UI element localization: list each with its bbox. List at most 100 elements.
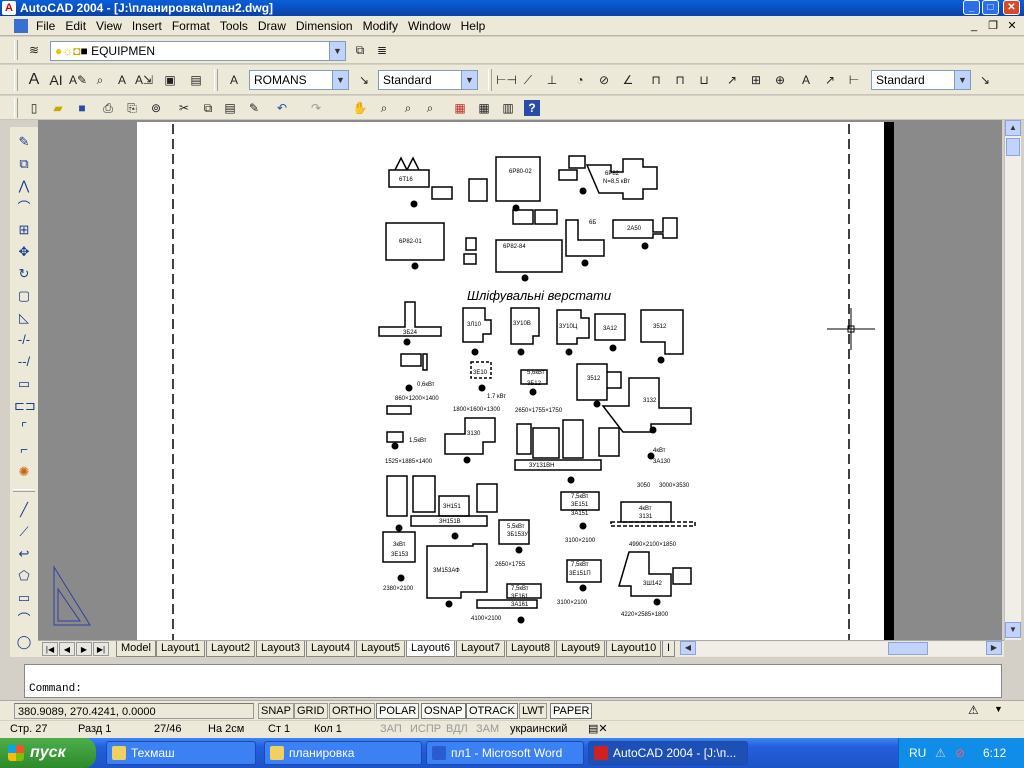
tab-layout3[interactable]: Layout3	[256, 641, 306, 657]
menu-format[interactable]: Format	[167, 16, 215, 36]
drawing-doc-icon[interactable]	[14, 19, 28, 33]
offset-icon[interactable]: ⌒	[14, 198, 34, 218]
chamfer-icon[interactable]: ⌜	[14, 418, 34, 438]
dimension-style-icon[interactable]: ↘	[975, 70, 995, 90]
line-icon[interactable]: ╱	[14, 500, 34, 520]
last-tab-icon[interactable]: ▶|	[93, 642, 109, 656]
tab-layout9[interactable]: Layout9	[556, 641, 606, 657]
close-button[interactable]: ✕	[1003, 0, 1020, 15]
command-line[interactable]: Command:	[24, 664, 1002, 698]
network-icon[interactable]: ⚠	[935, 738, 946, 768]
properties-icon[interactable]: ▦	[450, 98, 470, 118]
linear-dimension-icon[interactable]: ⊢⊣	[496, 70, 517, 90]
tab-more[interactable]: I	[662, 641, 676, 657]
task-techmash[interactable]: Техмаш	[106, 741, 256, 765]
angular-dimension-icon[interactable]: ∠	[618, 70, 638, 90]
break-icon[interactable]: ⊏⊐	[14, 396, 36, 416]
diameter-dimension-icon[interactable]: ⊘	[594, 70, 614, 90]
zoom-window-icon[interactable]: ⌕	[398, 98, 418, 118]
menu-edit[interactable]: Edit	[60, 16, 91, 36]
layer-manager-icon[interactable]: ≋	[24, 40, 44, 60]
arc-icon[interactable]: ⌒	[14, 610, 34, 630]
dimension-update-icon[interactable]: ⊢	[844, 70, 864, 90]
dimension-text-edit-icon[interactable]: ↗	[820, 70, 840, 90]
radius-dimension-icon[interactable]: ◔	[570, 70, 590, 90]
task-word[interactable]: пл1 - Microsoft Word	[426, 741, 584, 765]
lwt-toggle[interactable]: LWT	[519, 703, 548, 719]
otrack-toggle[interactable]: OTRACK	[466, 703, 518, 719]
scroll-thumb[interactable]	[1006, 138, 1020, 156]
tab-layout1[interactable]: Layout1	[156, 641, 206, 657]
task-planirovka[interactable]: планировка	[264, 741, 422, 765]
tolerance-icon[interactable]: ⊞	[746, 70, 766, 90]
publish-icon[interactable]: ⊚	[146, 98, 166, 118]
ovr-indicator[interactable]: ЗАМ	[476, 721, 499, 737]
circle-icon[interactable]: ◯	[14, 632, 34, 652]
polar-toggle[interactable]: POLAR	[376, 703, 420, 719]
center-mark-icon[interactable]: ⊕	[770, 70, 790, 90]
array-icon[interactable]: ⊞	[14, 220, 34, 240]
spelling-status-icon[interactable]: ▤✕	[588, 721, 608, 737]
layer-previous-icon[interactable]: ≣	[372, 40, 392, 60]
save-icon[interactable]: ■	[72, 98, 92, 118]
communication-center-icon[interactable]: ⚠	[968, 703, 979, 717]
chevron-down-icon[interactable]: ▼	[954, 71, 970, 89]
chevron-down-icon[interactable]: ▼	[332, 71, 348, 89]
scale-text-icon[interactable]: A⇲	[134, 70, 154, 90]
clock[interactable]: 6:12	[983, 738, 1006, 768]
zoom-previous-icon[interactable]: ⌕	[420, 98, 440, 118]
language-switch[interactable]: RU	[909, 738, 926, 768]
doc-close-button[interactable]: ✕	[1004, 19, 1020, 33]
fillet-icon[interactable]: ⌐	[14, 440, 34, 460]
open-folder-icon[interactable]: ▰	[48, 98, 68, 118]
scroll-right-icon[interactable]: ▶	[986, 641, 1002, 655]
pan-realtime-icon[interactable]: ✋	[350, 98, 370, 118]
copy-object-icon[interactable]: ⧉	[14, 154, 34, 174]
first-tab-icon[interactable]: |◀	[42, 642, 58, 656]
find-replace-icon[interactable]: ⌕	[90, 70, 110, 90]
scroll-up-icon[interactable]: ▲	[1005, 120, 1021, 136]
justify-text-icon[interactable]: ▣	[160, 70, 180, 90]
doc-minimize-button[interactable]: _	[966, 19, 982, 33]
new-file-icon[interactable]: ▯	[24, 98, 44, 118]
menu-help[interactable]: Help	[456, 16, 491, 36]
font-dropdown[interactable]: ROMANS ▼	[249, 70, 349, 90]
text-style-dropdown[interactable]: Standard ▼	[378, 70, 478, 90]
vertical-scrollbar[interactable]: ▲ ▼	[1004, 120, 1021, 640]
horizontal-scrollbar[interactable]: ◀ ▶	[680, 641, 1002, 656]
dim-style-manager-icon[interactable]: ↘	[354, 70, 374, 90]
paste-icon[interactable]: ▤	[220, 98, 240, 118]
text-style-icon[interactable]: A	[112, 70, 132, 90]
cut-icon[interactable]: ✂	[174, 98, 194, 118]
match-properties-icon[interactable]: ✎	[244, 98, 264, 118]
coordinates-display[interactable]: 380.9089, 270.4241, 0.0000	[14, 703, 254, 719]
dim-style-dropdown[interactable]: Standard ▼	[871, 70, 971, 90]
copy-icon[interactable]: ⧉	[198, 98, 218, 118]
single-line-text-icon[interactable]: AI	[46, 70, 66, 90]
help-icon[interactable]: ?	[524, 100, 540, 116]
text-style-manager-icon[interactable]: A	[224, 70, 244, 90]
tab-layout5[interactable]: Layout5	[356, 641, 406, 657]
menu-modify[interactable]: Modify	[358, 16, 403, 36]
break-at-point-icon[interactable]: ▭	[14, 374, 34, 394]
convert-distance-icon[interactable]: ▤	[186, 70, 206, 90]
autocad-icon[interactable]: A	[2, 1, 16, 15]
plot-preview-icon[interactable]: ⎘	[122, 98, 142, 118]
menu-file[interactable]: File	[31, 16, 60, 36]
aligned-dimension-icon[interactable]: ⟋	[518, 70, 538, 90]
tab-model[interactable]: Model	[116, 641, 156, 657]
menu-insert[interactable]: Insert	[127, 16, 167, 36]
tab-layout10[interactable]: Layout10	[606, 641, 662, 657]
stretch-icon[interactable]: ◺	[14, 308, 34, 328]
toolbar-grip[interactable]	[14, 98, 18, 118]
dimension-edit-icon[interactable]: A	[796, 70, 816, 90]
maximize-button[interactable]: □	[982, 0, 999, 15]
tab-layout2[interactable]: Layout2	[206, 641, 256, 657]
construction-line-icon[interactable]: ⟋	[14, 522, 34, 542]
tool-palettes-icon[interactable]: ▥	[498, 98, 518, 118]
move-icon[interactable]: ✥	[14, 242, 34, 262]
zoom-realtime-icon[interactable]: ⌕	[374, 98, 394, 118]
polyline-icon[interactable]: ↩	[14, 544, 34, 564]
multiline-text-icon[interactable]: A	[24, 70, 44, 90]
snap-toggle[interactable]: SNAP	[258, 703, 294, 719]
